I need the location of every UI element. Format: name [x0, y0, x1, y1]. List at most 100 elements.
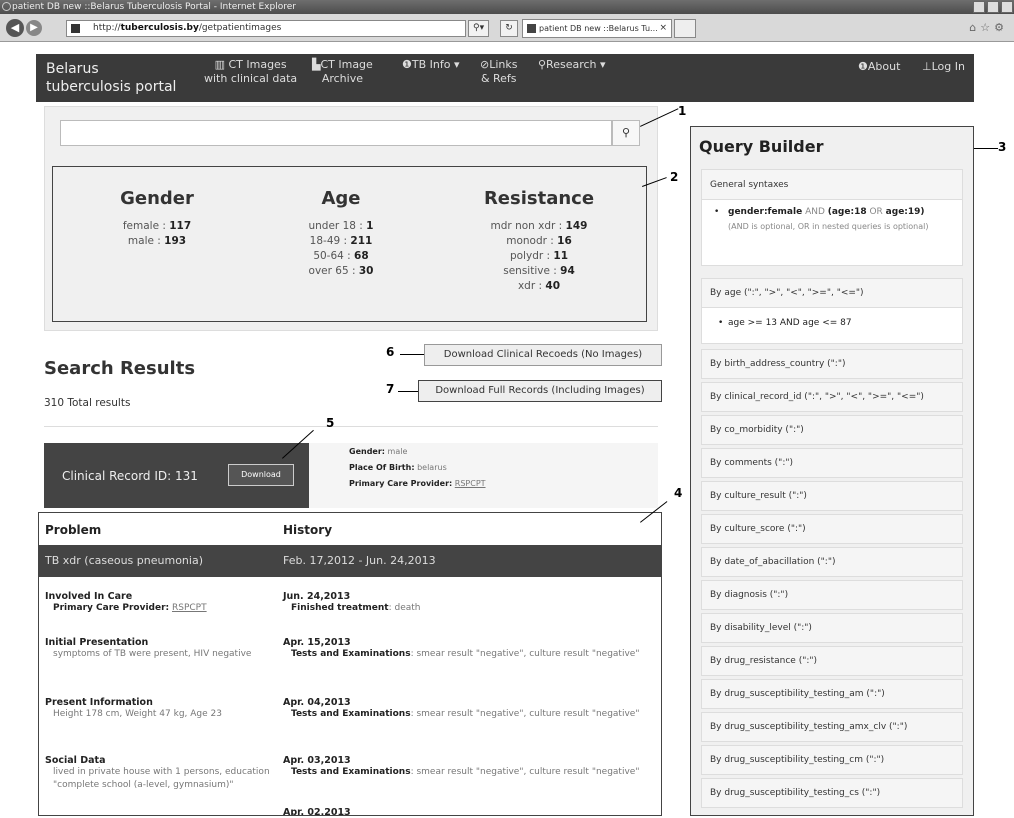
search-dropdown-icon[interactable]: ⚲▾ — [468, 20, 490, 37]
qb-item[interactable]: By drug_susceptibility_testing_amx_clv (… — [701, 712, 963, 742]
nav-label: & Refs — [480, 72, 517, 85]
qb-item[interactable]: By date_of_abacillation (":") — [701, 547, 963, 577]
nav-label: with clinical data — [204, 72, 298, 85]
meta-birth: Place Of Birth: belarus — [349, 463, 447, 472]
search-button[interactable]: ⚲ — [612, 120, 640, 146]
qb-title: Query Builder — [699, 137, 824, 156]
event-detail: Tests and Examinations: smear result "ne… — [291, 767, 640, 777]
divider — [44, 426, 658, 427]
age-title: Age — [321, 188, 361, 209]
event-body: symptoms of TB were present, HIV negativ… — [53, 649, 252, 659]
stat-line: 18-49 : 211 — [309, 235, 373, 247]
annotation-7: 7 — [386, 382, 395, 396]
search-icon: ⚲ — [621, 126, 631, 139]
brand-line2: tuberculosis portal — [46, 79, 177, 95]
tab-close-icon[interactable]: × — [659, 20, 667, 37]
nav-label: Archive — [321, 72, 363, 85]
search-input[interactable] — [60, 120, 612, 146]
browser-tab[interactable]: patient DB new ::Belarus Tu... × — [522, 19, 672, 38]
qb-item[interactable]: By culture_result (":") — [701, 481, 963, 511]
qb-item[interactable]: By drug_susceptibility_testing_cm (":") — [701, 745, 963, 775]
stat-line: male : 193 — [127, 235, 187, 247]
close-window-button[interactable] — [1001, 1, 1013, 13]
event-body: lived in private house with 1 persons, e… — [53, 767, 270, 790]
qb-item[interactable]: By drug_susceptibility_testing_am (":") — [701, 679, 963, 709]
qb-item[interactable]: By drug_susceptibility_testing_cs (":") — [701, 778, 963, 808]
problem-row: TB xdr (caseous pneumonia) Feb. 17,2012 … — [39, 545, 661, 577]
resistance-stats: Resistance mdr non xdr : 149 monodr : 16… — [464, 166, 614, 294]
nav-label: ⊘Links — [480, 58, 518, 71]
address-bar-area: ◀ ▶ http://tuberculosis.by/getpatientima… — [0, 14, 1014, 42]
url-prefix: http:// — [93, 23, 121, 33]
stat-line: sensitive : 94 — [503, 265, 575, 277]
qb-general-title[interactable]: General syntaxes — [702, 170, 962, 200]
qb-item[interactable]: By birth_address_country (":") — [701, 349, 963, 379]
ie-logo-icon — [2, 2, 11, 11]
window-title: patient DB new ::Belarus Tuberculosis Po… — [12, 2, 296, 12]
window-title-bar: patient DB new ::Belarus Tuberculosis Po… — [0, 0, 1014, 14]
meta-gender: Gender: male — [349, 447, 408, 456]
event-right: Jun. 24,2013 Finished treatment: death — [283, 591, 653, 615]
nav-label: ⚲Research ▾ — [538, 58, 606, 71]
stat-line: female : 117 — [122, 220, 192, 232]
favicon-icon — [71, 24, 80, 33]
meta-provider: Primary Care Provider: RSPCPT — [349, 479, 486, 488]
qb-item[interactable]: By diagnosis (":") — [701, 580, 963, 610]
qb-item[interactable]: By culture_score (":") — [701, 514, 963, 544]
event-head: Present Information — [45, 697, 153, 708]
nav-tb-info[interactable]: ❶TB Info ▾ — [402, 58, 459, 72]
nav-label: ▥ CT Images — [214, 58, 287, 71]
event-head: Involved In Care — [45, 591, 133, 602]
annotation-line — [400, 354, 424, 355]
nav-ct-archive[interactable]: ▙CT Image Archive — [312, 58, 373, 86]
nav-links[interactable]: ⊘Links & Refs — [480, 58, 517, 86]
event-left: Social Data lived in private house with … — [45, 755, 275, 792]
qb-general-note: (AND is optional, OR in nested queries i… — [728, 222, 929, 231]
record-download-button[interactable]: Download — [228, 464, 294, 486]
col-problem: Problem — [45, 523, 102, 537]
url-host: tuberculosis.by — [120, 23, 199, 33]
results-title: Search Results — [44, 358, 196, 379]
download-clinical-button[interactable]: Download Clinical Recoeds (No Images) — [424, 344, 662, 366]
col-history: History — [283, 523, 333, 537]
event-right: Apr. 02,2013 — [283, 807, 653, 816]
results-count: 310 Total results — [44, 397, 131, 409]
event-right: Apr. 03,2013 Tests and Examinations: sme… — [283, 755, 653, 779]
event-date: Apr. 02,2013 — [283, 807, 351, 816]
qb-item[interactable]: By drug_resistance (":") — [701, 646, 963, 676]
record-id: Clinical Record ID: 131 — [62, 469, 198, 483]
maximize-button[interactable] — [987, 1, 999, 13]
nav-about[interactable]: ❶About — [858, 60, 900, 74]
download-full-button[interactable]: Download Full Records (Including Images) — [418, 380, 662, 402]
qb-general-body: • gender:female AND (age:18 OR age:19) (… — [702, 200, 962, 233]
gender-title: Gender — [120, 188, 194, 209]
event-right: Apr. 04,2013 Tests and Examinations: sme… — [283, 697, 653, 721]
nav-ct-images[interactable]: ▥ CT Images with clinical data — [204, 58, 297, 86]
back-button[interactable]: ◀ — [6, 19, 24, 37]
address-input[interactable]: http://tuberculosis.by/getpatientimages — [66, 20, 466, 37]
new-tab-button[interactable] — [674, 19, 696, 38]
annotation-line — [974, 148, 998, 149]
resistance-title: Resistance — [483, 188, 595, 209]
qb-item[interactable]: By co_morbidity (":") — [701, 415, 963, 445]
url-path: /getpatientimages — [198, 23, 282, 33]
nav-research[interactable]: ⚲Research ▾ — [538, 58, 606, 72]
site-brand[interactable]: Belarus tuberculosis portal — [46, 60, 176, 96]
browser-toolbar-icons[interactable]: ⌂☆⚙ — [969, 21, 1008, 34]
minimize-button[interactable] — [973, 1, 985, 13]
record-table: Problem History TB xdr (caseous pneumoni… — [38, 512, 662, 816]
qb-item[interactable]: By disability_level (":") — [701, 613, 963, 643]
annotation-5: 5 — [326, 416, 335, 430]
forward-button[interactable]: ▶ — [26, 20, 42, 36]
qb-item[interactable]: By clinical_record_id (":", ">", "<", ">… — [701, 382, 963, 412]
event-right: Apr. 15,2013 Tests and Examinations: sme… — [283, 637, 653, 661]
record-header: Clinical Record ID: 131 Download — [44, 443, 309, 508]
record-meta: Gender: male Place Of Birth: belarus Pri… — [309, 443, 658, 508]
qb-age[interactable]: By age (":", ">", "<", ">=", "<=") — [701, 278, 963, 308]
qb-item[interactable]: By comments (":") — [701, 448, 963, 478]
nav-login[interactable]: ⊥Log In — [922, 60, 965, 74]
event-left: Present Information Height 178 cm, Weigh… — [45, 697, 275, 721]
event-date: Jun. 24,2013 — [283, 591, 351, 602]
refresh-icon[interactable]: ↻ — [500, 20, 518, 37]
event-date: Apr. 04,2013 — [283, 697, 351, 708]
